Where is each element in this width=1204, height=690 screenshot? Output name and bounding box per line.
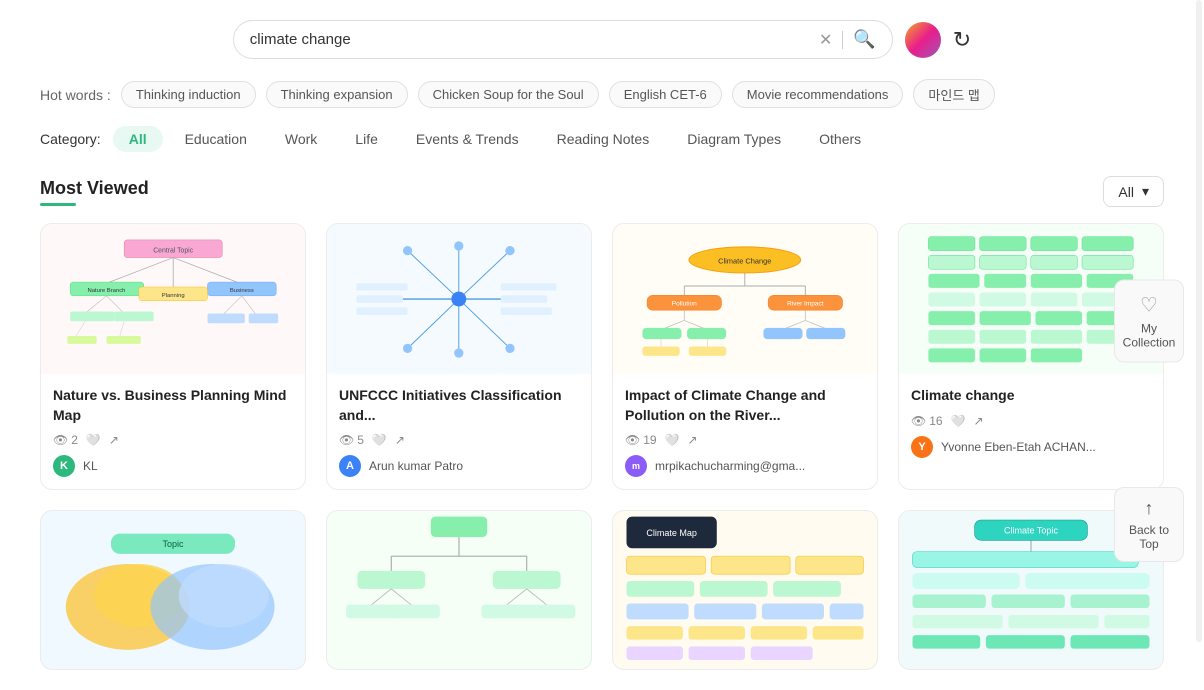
card-1-body: UNFCCC Initiatives Classification and...… <box>327 374 591 489</box>
card-0-title: Nature vs. Business Planning Mind Map <box>53 386 293 425</box>
arrow-up-icon: ↑ <box>1145 498 1154 519</box>
card-2-author: m mrpikachucharming@gma... <box>625 455 865 477</box>
refresh-button[interactable]: ↻ <box>953 27 971 53</box>
card-3-body: Climate change 👁 16 🤍 ↗ Y Yvonne Eben-Et… <box>899 374 1163 470</box>
svg-text:Business: Business <box>230 288 254 294</box>
card-1-meta: 👁 5 🤍 ↗ <box>339 433 579 447</box>
card-1-author: A Arun kumar Patro <box>339 455 579 477</box>
search-bar-container: ✕ 🔍 ↻ <box>40 20 1164 59</box>
category-events[interactable]: Events & Trends <box>400 126 535 152</box>
cards-grid: Central Topic Nature Branch Business Pla… <box>40 223 1164 490</box>
card-0[interactable]: Central Topic Nature Branch Business Pla… <box>40 223 306 490</box>
svg-text:Climate Map: Climate Map <box>646 528 697 538</box>
card-1-title: UNFCCC Initiatives Classification and... <box>339 386 579 425</box>
card-2-meta: 👁 19 🤍 ↗ <box>625 433 865 447</box>
hot-tag-0[interactable]: Thinking induction <box>121 81 256 108</box>
card-2-like-icon[interactable]: 🤍 <box>665 433 680 447</box>
eye-icon: 👁 <box>911 414 926 428</box>
hot-tag-1[interactable]: Thinking expansion <box>266 81 408 108</box>
card-1-like-icon[interactable]: 🤍 <box>372 433 387 447</box>
card-0-body: Nature vs. Business Planning Mind Map 👁 … <box>41 374 305 489</box>
card-3-avatar: Y <box>911 436 933 458</box>
card-1-share-icon[interactable]: ↗ <box>395 433 405 447</box>
svg-text:Pollution: Pollution <box>672 300 697 307</box>
svg-text:Topic: Topic <box>162 539 184 549</box>
card-2-avatar: m <box>625 455 647 477</box>
svg-text:Climate Change: Climate Change <box>718 256 771 265</box>
card-0-avatar: K <box>53 455 75 477</box>
search-button[interactable]: 🔍 <box>853 29 875 50</box>
card-3-meta: 👁 16 🤍 ↗ <box>911 414 1151 428</box>
bottom-card-2[interactable]: Climate Map <box>612 510 878 670</box>
card-0-like-icon[interactable]: 🤍 <box>86 433 101 447</box>
category-education[interactable]: Education <box>169 126 263 152</box>
card-2-share-icon[interactable]: ↗ <box>688 433 698 447</box>
category-others[interactable]: Others <box>803 126 877 152</box>
svg-text:Planning: Planning <box>162 293 185 299</box>
eye-icon: 👁 <box>53 433 68 447</box>
category-all[interactable]: All <box>113 126 163 152</box>
card-1-author-name: Arun kumar Patro <box>369 459 463 473</box>
card-1-avatar: A <box>339 455 361 477</box>
eye-icon: 👁 <box>339 433 354 447</box>
card-2-title: Impact of Climate Change and Pollution o… <box>625 386 865 425</box>
card-2-thumbnail: Climate Change Pollution River Impact <box>613 224 877 374</box>
scrollbar[interactable] <box>1196 0 1202 642</box>
svg-text:Central Topic: Central Topic <box>153 248 193 255</box>
search-bar: ✕ 🔍 <box>233 20 893 59</box>
category-diagram-types[interactable]: Diagram Types <box>671 126 797 152</box>
svg-text:Climate Topic: Climate Topic <box>1004 526 1058 536</box>
chevron-down-icon: ▾ <box>1142 183 1149 200</box>
cards-grid-bottom: Topic <box>40 510 1164 670</box>
filter-dropdown[interactable]: All ▾ <box>1103 176 1164 207</box>
card-3-share-icon[interactable]: ↗ <box>974 414 984 428</box>
card-3-author: Y Yvonne Eben-Etah ACHAN... <box>911 436 1151 458</box>
user-avatar[interactable] <box>905 22 941 58</box>
hot-tag-3[interactable]: English CET-6 <box>609 81 722 108</box>
card-1-thumbnail <box>327 224 591 374</box>
bottom-card-1[interactable] <box>326 510 592 670</box>
svg-text:Nature Branch: Nature Branch <box>87 288 125 294</box>
card-1-views: 👁 5 <box>339 433 364 447</box>
card-0-thumbnail: Central Topic Nature Branch Business Pla… <box>41 224 305 374</box>
card-0-meta: 👁 2 🤍 ↗ <box>53 433 293 447</box>
card-2-body: Impact of Climate Change and Pollution o… <box>613 374 877 489</box>
card-3-title: Climate change <box>911 386 1151 406</box>
hot-tag-2[interactable]: Chicken Soup for the Soul <box>418 81 599 108</box>
card-0-author-name: KL <box>83 459 98 473</box>
category-reading-notes[interactable]: Reading Notes <box>541 126 666 152</box>
category-row: Category: All Education Work Life Events… <box>40 126 1164 152</box>
hot-tag-4[interactable]: Movie recommendations <box>732 81 904 108</box>
category-label: Category: <box>40 131 101 147</box>
card-2-views: 👁 19 <box>625 433 657 447</box>
svg-text:River Impact: River Impact <box>787 300 824 307</box>
most-viewed-title: Most Viewed <box>40 178 149 206</box>
card-0-share-icon[interactable]: ↗ <box>109 433 119 447</box>
card-3-author-name: Yvonne Eben-Etah ACHAN... <box>941 440 1096 454</box>
category-work[interactable]: Work <box>269 126 333 152</box>
back-to-top-label: Back to Top <box>1125 523 1173 551</box>
bottom-card-0[interactable]: Topic <box>40 510 306 670</box>
eye-icon: 👁 <box>625 433 640 447</box>
hot-words-row: Hot words : Thinking induction Thinking … <box>40 79 1164 110</box>
heart-icon: ♡ <box>1140 293 1158 318</box>
back-to-top-button[interactable]: ↑ Back to Top <box>1114 487 1184 562</box>
category-life[interactable]: Life <box>339 126 394 152</box>
search-input[interactable] <box>250 31 819 48</box>
most-viewed-header: Most Viewed All ▾ <box>40 176 1164 207</box>
clear-search-button[interactable]: ✕ <box>819 30 832 50</box>
card-1[interactable]: UNFCCC Initiatives Classification and...… <box>326 223 592 490</box>
search-divider <box>842 31 843 49</box>
my-collection-button[interactable]: ♡ My Collection <box>1114 280 1184 363</box>
card-0-views: 👁 2 <box>53 433 78 447</box>
card-3-views: 👁 16 <box>911 414 943 428</box>
filter-label: All <box>1118 184 1134 200</box>
card-2-author-name: mrpikachucharming@gma... <box>655 459 805 473</box>
my-collection-label: My Collection <box>1123 322 1176 350</box>
card-0-author: K KL <box>53 455 293 477</box>
hot-words-label: Hot words : <box>40 87 111 103</box>
card-2[interactable]: Climate Change Pollution River Impact <box>612 223 878 490</box>
hot-tag-5[interactable]: 마인드 맵 <box>913 79 994 110</box>
card-3-like-icon[interactable]: 🤍 <box>951 414 966 428</box>
